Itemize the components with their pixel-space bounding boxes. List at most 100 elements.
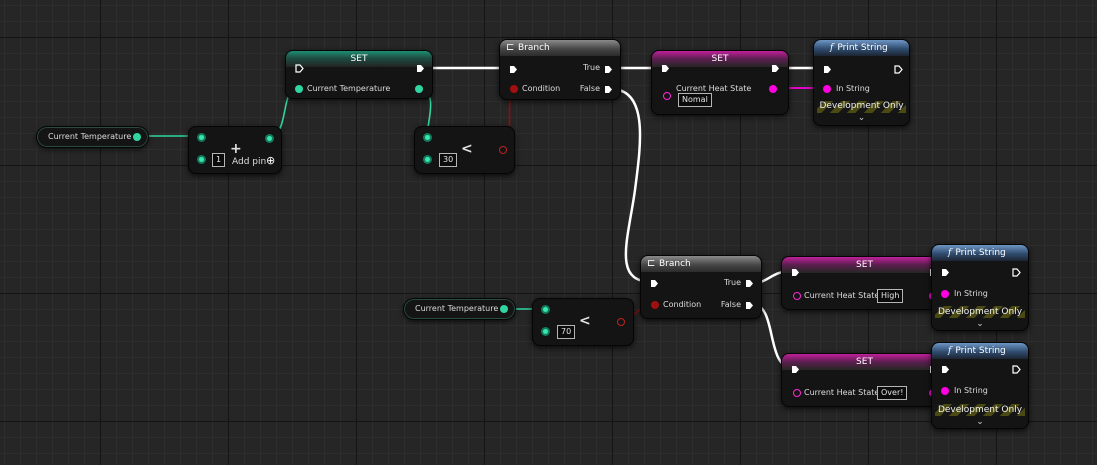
variable-label: Current Temperature [48, 132, 132, 141]
string-input-pin[interactable] [793, 292, 801, 300]
function-icon: f [948, 346, 952, 356]
exec-input-pin[interactable] [661, 64, 670, 73]
less-than-node-70[interactable]: 70 < [532, 298, 634, 346]
string-output-pin[interactable] [769, 85, 777, 93]
exec-true-pin[interactable] [604, 65, 613, 74]
exec-false-pin[interactable] [604, 85, 613, 94]
exec-input-pin[interactable] [941, 365, 950, 374]
exec-output-pin[interactable] [894, 65, 903, 74]
node-title: Branch [659, 259, 691, 269]
condition-label: Condition [522, 84, 561, 93]
node-header: f Print String [814, 40, 909, 56]
chevron-down-icon[interactable]: ⌄ [814, 113, 909, 123]
exec-output-pin[interactable] [1012, 365, 1021, 374]
pin-label: Current Heat State [676, 84, 752, 93]
compare-input-value[interactable]: 30 [439, 153, 458, 167]
set-heat-state-nomal-node[interactable]: SET Current Heat State Nomal [651, 50, 789, 115]
string-input-pin[interactable] [941, 290, 949, 298]
condition-label: Condition [663, 300, 702, 309]
float-input-pin-a[interactable] [197, 133, 206, 142]
function-icon: f [830, 43, 834, 53]
less-than-node-30[interactable]: 30 < [414, 126, 515, 174]
float-output-pin[interactable] [415, 85, 423, 93]
set-heat-state-high-node[interactable]: SET Current Heat State High [781, 256, 948, 310]
exec-true-pin[interactable] [745, 279, 754, 288]
exec-input-pin[interactable] [791, 365, 800, 374]
pin-label: Current Heat State [804, 388, 880, 397]
exec-input-pin[interactable] [295, 64, 304, 73]
exec-input-pin[interactable] [791, 268, 800, 277]
float-input-pin-a[interactable] [541, 305, 550, 314]
add-pin-label[interactable]: Add pin [232, 157, 266, 167]
print-string-node-1[interactable]: f Print String In String Development Only… [813, 39, 910, 126]
pin-label: Current Heat State [804, 291, 880, 300]
variable-label: Current Temperature [415, 304, 499, 313]
float-input-pin-a[interactable] [423, 133, 432, 142]
float-output-pin[interactable] [500, 305, 508, 313]
exec-wire [611, 87, 653, 284]
exec-output-pin[interactable] [416, 64, 425, 73]
in-string-label: In String [954, 386, 988, 395]
node-title: Print String [955, 346, 1006, 356]
exec-output-pin[interactable] [771, 64, 780, 73]
development-only-label: Development Only [937, 405, 1023, 415]
heat-state-input[interactable]: Nomal [678, 93, 712, 107]
float-input-pin-b[interactable] [197, 155, 206, 164]
node-header: f Print String [932, 343, 1028, 359]
set-heat-state-over-node[interactable]: SET Current Heat State Over! [781, 353, 948, 407]
plus-circle-icon[interactable]: ⊕ [266, 154, 275, 167]
print-string-node-3[interactable]: f Print String In String Development Only… [931, 342, 1029, 429]
float-input-pin[interactable] [295, 85, 303, 93]
variable-getter-current-temperature[interactable]: Current Temperature [36, 126, 149, 148]
chevron-down-icon[interactable]: ⌄ [932, 417, 1028, 427]
float-input-pin-b[interactable] [541, 327, 550, 336]
node-header: ⊏ Branch [641, 256, 761, 272]
set-current-temperature-node[interactable]: SET Current Temperature [285, 50, 433, 99]
node-title: Print String [955, 248, 1006, 258]
node-header: SET [782, 257, 947, 273]
blueprint-graph[interactable]: Current Temperature + 1 Add pin ⊕ SET Cu… [0, 0, 1097, 465]
float-output-pin[interactable] [133, 133, 141, 141]
float-output-pin[interactable] [265, 134, 274, 143]
false-label: False [720, 300, 741, 309]
condition-pin[interactable] [510, 85, 518, 93]
node-header: SET [286, 51, 432, 67]
bool-output-pin[interactable] [499, 146, 507, 154]
variable-getter-current-temperature-2[interactable]: Current Temperature [403, 298, 516, 320]
bool-output-pin[interactable] [617, 318, 625, 326]
node-title: Branch [518, 43, 550, 53]
string-input-pin[interactable] [663, 92, 671, 100]
branch-node-1[interactable]: ⊏ Branch Condition True False [499, 39, 621, 100]
exec-output-pin[interactable] [1012, 268, 1021, 277]
function-icon: f [948, 248, 952, 258]
compare-input-value[interactable]: 70 [557, 325, 576, 339]
less-than-operator: < [461, 141, 473, 157]
float-input-pin-b[interactable] [423, 155, 432, 164]
heat-state-input[interactable]: Over! [877, 386, 908, 400]
exec-input-pin[interactable] [941, 268, 950, 277]
false-label: False [579, 84, 600, 93]
condition-pin[interactable] [651, 301, 659, 309]
branch-icon: ⊏ [647, 258, 656, 269]
node-header: SET [782, 354, 947, 370]
add-node[interactable]: + 1 Add pin ⊕ [188, 126, 282, 174]
exec-input-pin[interactable] [823, 65, 832, 74]
print-string-node-2[interactable]: f Print String In String Development Only… [931, 244, 1029, 331]
exec-input-pin[interactable] [650, 279, 659, 288]
true-label: True [724, 278, 741, 287]
pin-label: Current Temperature [307, 84, 391, 93]
string-input-pin[interactable] [793, 389, 801, 397]
node-header: ⊏ Branch [500, 40, 620, 56]
less-than-operator: < [579, 313, 591, 329]
chevron-down-icon[interactable]: ⌄ [932, 319, 1028, 329]
heat-state-input[interactable]: High [877, 289, 904, 303]
exec-false-pin[interactable] [745, 301, 754, 310]
add-input-value[interactable]: 1 [212, 153, 226, 167]
string-input-pin[interactable] [941, 387, 949, 395]
exec-input-pin[interactable] [509, 65, 518, 74]
string-input-pin[interactable] [823, 85, 831, 93]
add-operator: + [230, 141, 242, 157]
branch-node-2[interactable]: ⊏ Branch Condition True False [640, 255, 762, 319]
node-header: SET [652, 51, 788, 67]
in-string-label: In String [836, 84, 870, 93]
